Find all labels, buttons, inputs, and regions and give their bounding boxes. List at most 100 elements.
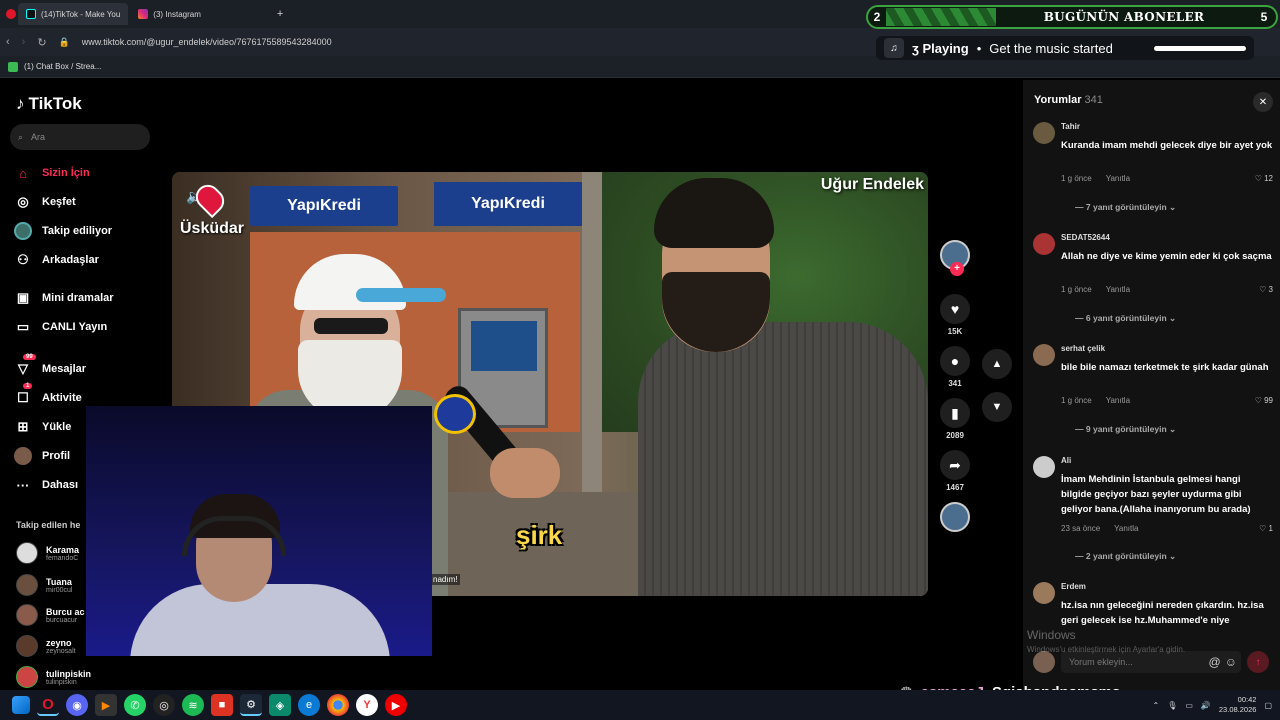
clock-time: 00:42: [1237, 695, 1257, 704]
sidebar-item-mini-dramas[interactable]: ▣ Mini dramalar: [14, 289, 114, 307]
following-account[interactable]: zeyno zeynosalt: [16, 635, 76, 657]
follow-plus-icon[interactable]: +: [950, 262, 964, 276]
comment-button[interactable]: ● 341: [940, 346, 970, 388]
creator-avatar-button[interactable]: +: [940, 240, 970, 276]
sidebar-item-label: Dahası: [42, 479, 79, 491]
previous-video-button[interactable]: ▲: [982, 349, 1012, 379]
discord-icon[interactable]: ◉: [66, 694, 88, 716]
reload-icon[interactable]: ↻: [37, 36, 46, 49]
search-input[interactable]: ⌕ Ara: [10, 124, 150, 150]
view-replies-button[interactable]: — 6 yanıt görüntüleyin ⌄: [1075, 313, 1176, 324]
account-user: mir00cul: [46, 586, 73, 594]
avatar[interactable]: [1033, 233, 1055, 255]
windows-start-icon[interactable]: [12, 696, 30, 714]
like-button[interactable]: ♥ 15K: [940, 294, 970, 336]
tab-tiktok[interactable]: (14)TikTok - Make You: [18, 3, 129, 25]
notification-icon[interactable]: ▢: [1264, 701, 1272, 710]
new-tab-button[interactable]: +: [269, 3, 291, 25]
comment-like-button[interactable]: ♡ 99: [1255, 396, 1273, 405]
following-account[interactable]: tulinpiskin tulinpiskin: [16, 666, 91, 688]
view-replies-button[interactable]: — 9 yanıt görüntüleyin ⌄: [1075, 424, 1176, 435]
obs-icon[interactable]: ◎: [153, 694, 175, 716]
following-account[interactable]: Tuana mir00cul: [16, 574, 72, 596]
avatar: [1033, 651, 1055, 673]
tab-label: (14)TikTok - Make You: [41, 9, 121, 19]
sidebar-item-explore[interactable]: ◎ Keşfet: [14, 193, 75, 211]
tab-instagram[interactable]: (3) Instagram: [130, 3, 209, 25]
youtube-icon[interactable]: ▶: [385, 694, 407, 716]
whatsapp-icon[interactable]: ✆: [124, 694, 146, 716]
following-account[interactable]: Burcu ac burcuacur: [16, 604, 85, 626]
bookmark-chatbox[interactable]: (1) Chat Box / Strea...: [24, 62, 101, 71]
edge-icon[interactable]: e: [298, 694, 320, 716]
sidebar-item-for-you[interactable]: ⌂ Sizin İçin: [14, 164, 90, 182]
sidebar-item-following[interactable]: Takip ediliyor: [14, 222, 112, 240]
steam-icon[interactable]: ⚙: [240, 694, 262, 716]
messages-icon: ▽ 99: [14, 354, 36, 378]
comment-meta: 23 sa önce Yanıtla ♡ 1: [1061, 524, 1273, 533]
chrome-icon[interactable]: [327, 694, 349, 716]
reply-button[interactable]: Yanıtla: [1106, 174, 1130, 183]
comment-like-button[interactable]: ♡ 1: [1259, 524, 1273, 533]
close-icon: ✕: [1258, 96, 1268, 108]
reply-button[interactable]: Yanıtla: [1114, 524, 1138, 533]
sidebar-item-more[interactable]: ··· Dahası: [14, 476, 79, 494]
forward-icon[interactable]: ›: [22, 36, 26, 48]
yandex-icon[interactable]: Y: [356, 694, 378, 716]
comment-user[interactable]: serhat çelik: [1061, 344, 1105, 353]
send-button[interactable]: ↑: [1247, 651, 1269, 673]
comment-like-button[interactable]: ♡ 12: [1255, 174, 1273, 183]
view-replies-button[interactable]: — 7 yanıt görüntüleyin ⌄: [1075, 202, 1176, 213]
mention-icon[interactable]: @: [1209, 655, 1221, 669]
comment-input[interactable]: Yorum ekleyin... @ ☺: [1061, 651, 1241, 673]
save-button[interactable]: ▮ 2089: [940, 398, 970, 440]
sidebar-item-live[interactable]: ▭ CANLI Yayın: [14, 318, 107, 336]
search-placeholder: Ara: [31, 132, 46, 142]
url-field[interactable]: www.tiktok.com/@ugur_endelek/video/76761…: [82, 37, 332, 47]
sidebar-item-upload[interactable]: ⊞ Yükle: [14, 418, 72, 436]
avatar[interactable]: [1033, 122, 1055, 144]
spotify-icon[interactable]: ≋: [182, 694, 204, 716]
comment-user[interactable]: Ali: [1061, 456, 1071, 465]
mic-icon[interactable]: 🎙: [1167, 701, 1177, 710]
account-name: tulinpiskin: [46, 668, 91, 679]
tiktok-logo[interactable]: ♪ TikTok: [16, 94, 82, 114]
drama-icon: ▣: [16, 290, 30, 305]
sidebar-item-friends[interactable]: ⚇ Arkadaşlar: [14, 251, 99, 269]
sidebar-item-messages[interactable]: ▽ 99 Mesajlar: [14, 354, 86, 378]
sound-avatar-button[interactable]: [940, 502, 970, 532]
view-replies-button[interactable]: — 2 yanıt görüntüleyin ⌄: [1075, 551, 1176, 562]
volume-icon[interactable]: 🔊: [1201, 701, 1211, 710]
sidebar-item-label: Mini dramalar: [42, 292, 114, 304]
sidebar-item-profile[interactable]: Profil: [14, 447, 70, 465]
emoji-icon[interactable]: ☺: [1225, 655, 1237, 669]
comment-like-button[interactable]: ♡ 3: [1259, 285, 1273, 294]
reply-button[interactable]: Yanıtla: [1106, 396, 1130, 405]
avatar[interactable]: [1033, 456, 1055, 478]
comment-user[interactable]: Tahir: [1061, 122, 1080, 131]
following-account[interactable]: Karama femandoC: [16, 542, 79, 564]
tray-chevron-icon[interactable]: ⌃: [1153, 701, 1160, 710]
opera-icon[interactable]: O: [37, 694, 59, 716]
close-comments-button[interactable]: ✕: [1253, 92, 1273, 112]
network-icon[interactable]: ▭: [1185, 701, 1193, 710]
sidebar-item-activity[interactable]: ☐ 1 Aktivite: [14, 383, 82, 407]
like-count: 15K: [947, 327, 963, 336]
gamepad-icon[interactable]: ◈: [269, 694, 291, 716]
back-icon[interactable]: ‹: [6, 36, 10, 48]
reply-button[interactable]: Yanıtla: [1106, 285, 1130, 294]
avatar[interactable]: [1033, 582, 1055, 604]
opera-logo-icon[interactable]: [6, 9, 16, 19]
account-name: Burcu ac: [46, 606, 85, 617]
next-video-button[interactable]: ▼: [982, 392, 1012, 422]
clock[interactable]: 00:42 23.08.2026: [1219, 695, 1257, 715]
account-user: zeynosalt: [46, 647, 76, 655]
app-icon[interactable]: ▶: [95, 694, 117, 716]
avatar[interactable]: [1033, 344, 1055, 366]
comment-like-count: 3: [1268, 285, 1273, 294]
share-button[interactable]: ➦ 1467: [940, 450, 970, 492]
following-accounts-title: Takip edilen he: [16, 520, 81, 530]
comment-user[interactable]: SEDAT52644: [1061, 233, 1110, 242]
comment-user[interactable]: Erdem: [1061, 582, 1086, 591]
recorder-icon[interactable]: ■: [211, 694, 233, 716]
